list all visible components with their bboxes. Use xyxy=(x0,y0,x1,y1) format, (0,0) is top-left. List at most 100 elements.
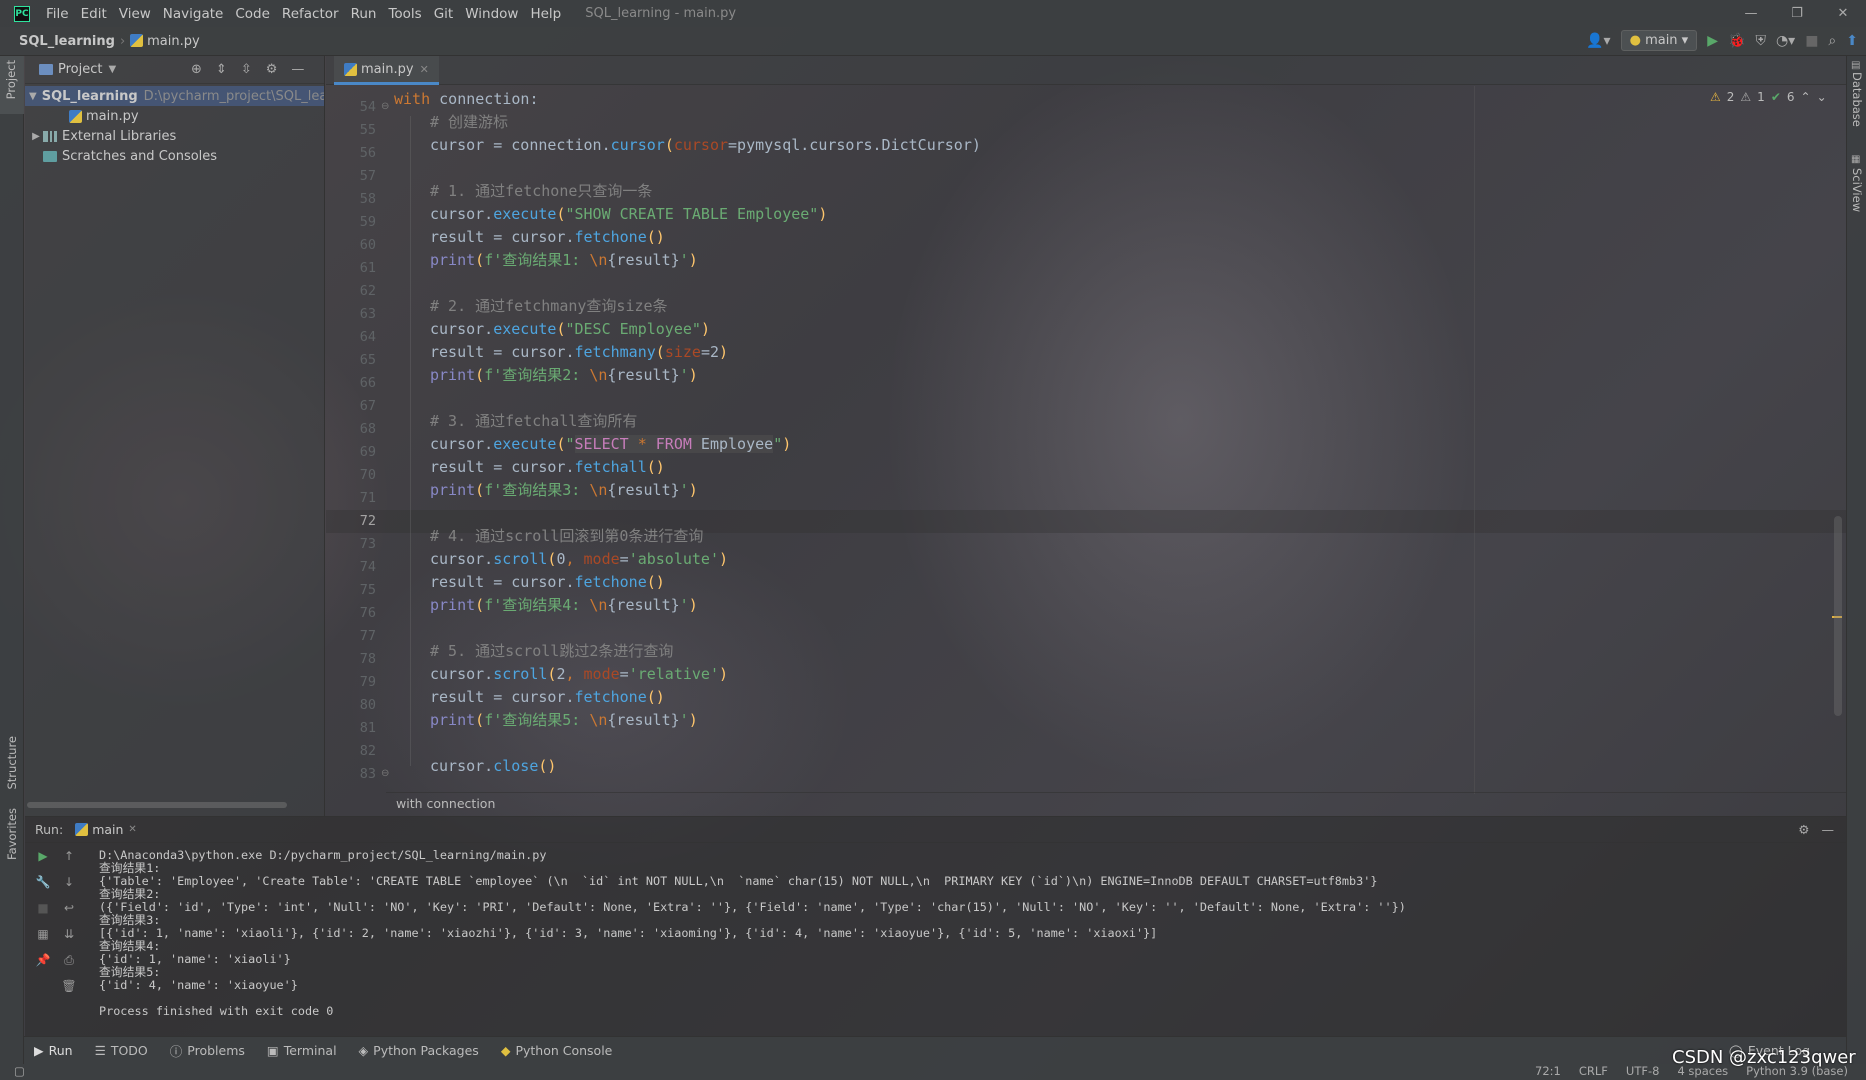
menu-window[interactable]: Window xyxy=(459,6,524,22)
toolwindow-run[interactable]: ▶ Run xyxy=(34,1043,73,1058)
code-line: cursor.scroll(2, mode='relative') xyxy=(430,663,728,686)
string: ' xyxy=(679,481,689,499)
tree-root-path: D:\pycharm_project\SQL_lea xyxy=(143,88,324,104)
paren: ) xyxy=(688,481,698,499)
breadcrumb-project[interactable]: SQL_learning xyxy=(19,34,115,49)
panel-toggle-icon[interactable]: ▢ xyxy=(14,1064,25,1078)
scroll-to-end-icon[interactable]: ⇊ xyxy=(61,927,77,945)
layout-icon[interactable]: ▦ xyxy=(35,927,51,945)
project-tool-label: Project xyxy=(4,60,18,100)
scroll-down-icon[interactable]: ↓ xyxy=(61,875,77,893)
pin-icon[interactable]: 📌 xyxy=(35,953,51,971)
code-line: print(f'查询结果2: \n{result}') xyxy=(430,364,698,387)
sql-identifier: Employee xyxy=(691,435,774,453)
favorites-tool-label[interactable]: Favorites xyxy=(5,808,19,860)
code-text: cursor. xyxy=(430,757,494,775)
vertical-scrollbar[interactable] xyxy=(1834,516,1842,716)
chevron-down-icon[interactable]: ▼ xyxy=(29,91,37,102)
sciview-tool-label[interactable]: SciView xyxy=(1850,168,1864,212)
coverage-icon[interactable]: ⛨ xyxy=(1755,33,1766,49)
close-tab-icon[interactable]: ✕ xyxy=(128,824,136,835)
inspection-widget[interactable]: ⚠ 2 ⚠ 1 ✔ 6 ⌃ ⌄ xyxy=(1710,90,1827,104)
chevron-down-icon[interactable]: ▼ xyxy=(108,64,116,75)
code-text: {result} xyxy=(607,711,680,729)
paren: ( xyxy=(475,366,485,384)
menu-help[interactable]: Help xyxy=(524,6,567,22)
console-line: D:\Anaconda3\python.exe D:/pycharm_proje… xyxy=(99,848,547,862)
menu-navigate[interactable]: Navigate xyxy=(157,6,230,22)
gear-icon[interactable]: ⚙ xyxy=(1798,822,1809,837)
database-tool-label[interactable]: Database xyxy=(1850,72,1864,127)
trash-icon[interactable]: 🗑 xyxy=(61,979,77,997)
method: fetchone xyxy=(574,228,647,246)
project-tree: ▼ SQL_learning D:\pycharm_project\SQL_le… xyxy=(25,84,324,166)
menu-view[interactable]: View xyxy=(113,6,157,22)
menu-tools[interactable]: Tools xyxy=(382,6,427,22)
tree-item-external-libraries[interactable]: ▶ External Libraries xyxy=(25,126,324,146)
chevron-down-icon[interactable]: ⌄ xyxy=(1817,90,1827,104)
toolwindow-terminal[interactable]: ▣ Terminal xyxy=(267,1043,337,1058)
hide-panel-icon[interactable]: — xyxy=(1822,822,1835,837)
typo-count: 6 xyxy=(1786,90,1795,104)
close-tab-icon[interactable]: ✕ xyxy=(420,63,429,76)
horizontal-scrollbar[interactable] xyxy=(27,802,287,808)
menu-run[interactable]: Run xyxy=(345,6,383,22)
right-margin-guide xyxy=(1474,86,1475,794)
menu-git[interactable]: Git xyxy=(428,6,460,22)
project-tool-button[interactable]: Project xyxy=(0,56,24,114)
code-comment: # 2. 通过fetchmany查询size条 xyxy=(430,297,668,315)
restore-icon[interactable]: ❐ xyxy=(1774,0,1820,27)
comma: , xyxy=(565,550,584,568)
menu-file[interactable]: File xyxy=(40,6,75,22)
profile-icon[interactable]: ◔▾ xyxy=(1776,33,1795,49)
user-icon[interactable]: 👤▾ xyxy=(1586,33,1610,49)
collapse-all-icon[interactable]: ⇳ xyxy=(241,62,252,77)
update-icon[interactable]: ⬆ xyxy=(1846,33,1858,49)
breadcrumb-file[interactable]: main.py xyxy=(130,33,200,49)
run-tab-main[interactable]: main ✕ xyxy=(75,822,137,837)
tree-item-scratches[interactable]: Scratches and Consoles xyxy=(25,146,324,166)
locate-icon[interactable]: ⊕ xyxy=(191,62,202,77)
expand-all-icon[interactable]: ⇕ xyxy=(216,62,227,77)
project-panel-title[interactable]: Project xyxy=(58,62,102,77)
run-icon[interactable]: ▶ xyxy=(1707,33,1718,49)
tree-item-main-py[interactable]: main.py xyxy=(25,106,324,126)
wrench-icon[interactable]: 🔧 xyxy=(35,875,51,893)
hide-panel-icon[interactable]: — xyxy=(291,62,304,77)
paren: ( xyxy=(664,136,674,154)
editor-breadcrumb[interactable]: with connection xyxy=(386,792,1846,814)
menu-refactor[interactable]: Refactor xyxy=(276,6,345,22)
toolwindow-python-console[interactable]: ◆ Python Console xyxy=(501,1043,613,1058)
tool-window-bar: ▶ Run ☰ TODO ⓘ Problems ▣ Terminal ◈ Python P… xyxy=(24,1036,1846,1064)
caret-position[interactable]: 72:1 xyxy=(1535,1064,1561,1078)
tree-item-project-root[interactable]: ▼ SQL_learning D:\pycharm_project\SQL_le… xyxy=(25,86,324,106)
line-separator[interactable]: CRLF xyxy=(1579,1064,1608,1078)
gear-icon[interactable]: ⚙ xyxy=(266,62,278,77)
menu-code[interactable]: Code xyxy=(229,6,276,22)
toolwindow-problems[interactable]: ⓘ Problems xyxy=(170,1041,245,1060)
tab-main-py[interactable]: main.py ✕ xyxy=(334,56,439,85)
print-icon[interactable]: ⎙ xyxy=(61,953,77,971)
structure-tool-label[interactable]: Structure xyxy=(5,736,19,790)
scroll-up-icon[interactable]: ↑ xyxy=(61,849,77,867)
code-editor[interactable]: with connection: # 创建游标 cursor = connect… xyxy=(386,86,1846,794)
stop-icon[interactable]: ■ xyxy=(1805,33,1818,49)
minimize-icon[interactable]: — xyxy=(1728,0,1774,27)
soft-wrap-icon[interactable]: ↩ xyxy=(61,901,77,919)
debug-icon[interactable]: 🐞 xyxy=(1728,33,1745,49)
breadcrumb-separator: › xyxy=(119,33,126,49)
rerun-icon[interactable]: ▶ xyxy=(35,849,51,867)
toolwindow-todo[interactable]: ☰ TODO xyxy=(95,1043,148,1058)
search-icon[interactable]: ⌕ xyxy=(1828,33,1836,49)
close-window-icon[interactable]: ✕ xyxy=(1820,0,1866,27)
chevron-right-icon[interactable]: ▶ xyxy=(29,131,43,142)
info-icon: ⓘ xyxy=(169,1044,183,1059)
toolwindow-python-packages[interactable]: ◈ Python Packages xyxy=(359,1043,479,1058)
run-config-select[interactable]: ● main ▾ xyxy=(1620,30,1698,51)
line-number: 63 xyxy=(359,306,376,322)
chevron-up-icon[interactable]: ⌃ xyxy=(1801,90,1811,104)
code-text: = xyxy=(619,665,629,683)
menu-edit[interactable]: Edit xyxy=(75,6,113,22)
stop-icon[interactable]: ■ xyxy=(35,901,51,919)
file-encoding[interactable]: UTF-8 xyxy=(1626,1064,1660,1078)
